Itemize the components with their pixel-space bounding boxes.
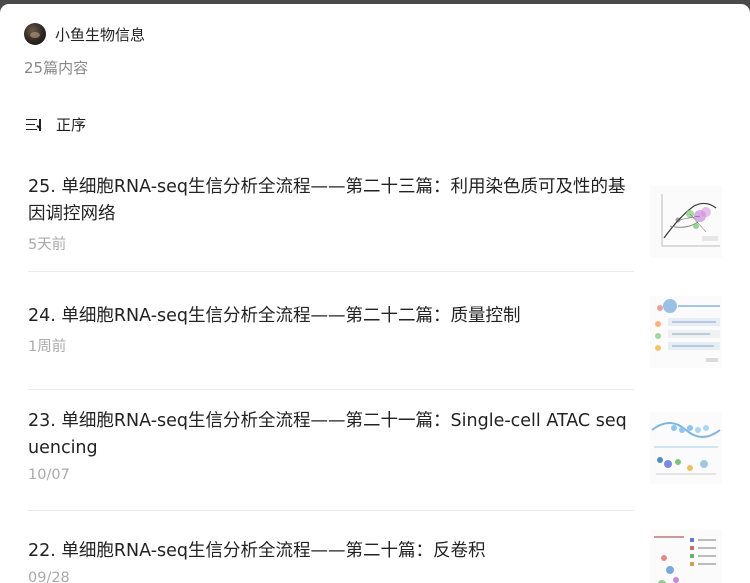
article-title[interactable]: 23. 单细胞RNA-seq生信分析全流程——第二十一篇：Single-cell… xyxy=(28,408,634,462)
content-count: 25篇内容 xyxy=(24,59,89,77)
article-date: 09/28 xyxy=(28,570,70,583)
sort-label: 正序 xyxy=(56,116,87,134)
divider xyxy=(28,510,634,511)
article-thumbnail[interactable] xyxy=(650,530,722,583)
article-title[interactable]: 25. 单细胞RNA-seq生信分析全流程——第二十三篇：利用染色质可及性的基因… xyxy=(28,174,634,228)
divider xyxy=(28,271,634,272)
article-date: 1周前 xyxy=(28,339,67,355)
sort-toggle[interactable]: 正序 xyxy=(26,114,86,135)
account-name[interactable]: 小鱼生物信息 xyxy=(55,24,145,45)
article-item[interactable]: 24. 单细胞RNA-seq生信分析全流程——第二十二篇：质量控制 1周前 xyxy=(28,296,722,368)
article-title[interactable]: 24. 单细胞RNA-seq生信分析全流程——第二十二篇：质量控制 xyxy=(28,303,634,330)
article-item[interactable]: 25. 单细胞RNA-seq生信分析全流程——第二十三篇：利用染色质可及性的基因… xyxy=(28,174,722,258)
avatar[interactable] xyxy=(24,23,46,45)
divider xyxy=(28,389,634,390)
article-item[interactable]: 22. 单细胞RNA-seq生信分析全流程——第二十篇：反卷积 09/28 xyxy=(28,530,722,583)
article-thumbnail[interactable] xyxy=(650,186,722,258)
article-thumbnail[interactable] xyxy=(650,296,722,368)
article-title[interactable]: 22. 单细胞RNA-seq生信分析全流程——第二十篇：反卷积 xyxy=(28,538,634,565)
article-thumbnail[interactable] xyxy=(650,412,722,484)
account-header[interactable]: 小鱼生物信息 xyxy=(24,22,145,46)
article-date: 10/07 xyxy=(28,467,70,483)
article-list-sheet: 小鱼生物信息 25篇内容 正序 25. 单细胞RNA-seq生信分析全流程——第… xyxy=(0,4,750,583)
article-date: 5天前 xyxy=(28,237,67,253)
sort-icon xyxy=(26,118,44,132)
article-item[interactable]: 23. 单细胞RNA-seq生信分析全流程——第二十一篇：Single-cell… xyxy=(28,408,722,484)
